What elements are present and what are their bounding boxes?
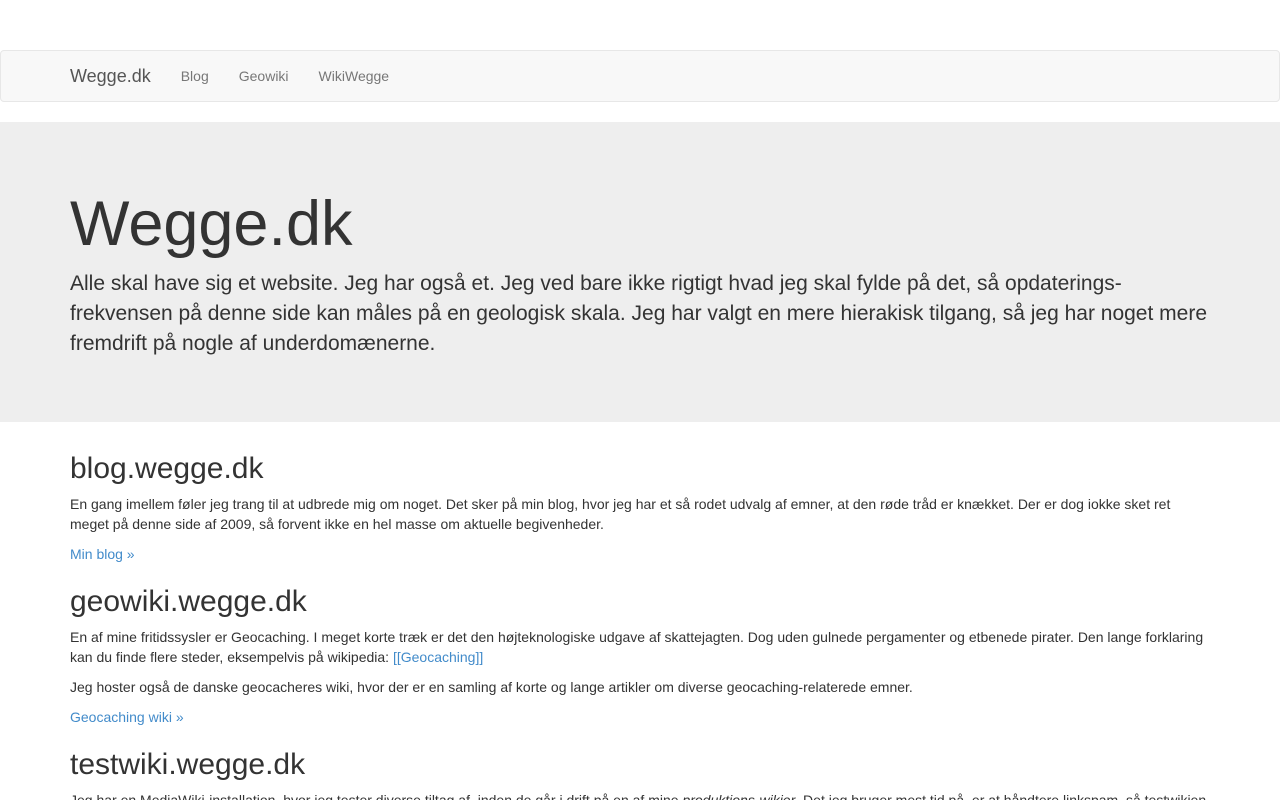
section-geowiki-paragraph2: Jeg hoster også de danske geocacheres wi… [70, 679, 913, 696]
section-geowiki: geowiki.wegge.dk En af mine fritidssysle… [70, 585, 1210, 728]
page-lead-text: Alle skal have sig et website. Jeg har o… [70, 272, 1208, 356]
section-blog: blog.wegge.dk En gang imellem føler jeg … [70, 452, 1210, 565]
section-blog-paragraph: En gang imellem føler jeg trang til at u… [70, 496, 1171, 533]
geocaching-wiki-link[interactable]: Geocaching wiki » [70, 709, 184, 725]
top-navbar: Wegge.dk Blog Geowiki WikiWegge [0, 50, 1280, 102]
navbar-menu: Blog Geowiki WikiWegge [166, 51, 404, 101]
nav-link-wikiwegge[interactable]: WikiWegge [304, 51, 405, 101]
testwiki-italic-term: produktions-wikier [682, 792, 795, 800]
geowiki-paragraph1-text: En af mine fritidssysler er Geocaching. … [70, 629, 1204, 666]
nav-link-geowiki[interactable]: Geowiki [224, 51, 304, 101]
section-testwiki-paragraph: Jeg har en MediaWiki-installation, hvor … [70, 791, 1210, 800]
page-title: Wegge.dk [70, 189, 353, 259]
section-geowiki-link-row: Geocaching wiki » [70, 708, 1210, 728]
main-content: blog.wegge.dk En gang imellem føler jeg … [55, 452, 1225, 800]
min-blog-link[interactable]: Min blog » [70, 546, 135, 562]
navbar-brand[interactable]: Wegge.dk [55, 51, 166, 101]
section-geowiki-heading: geowiki.wegge.dk [70, 585, 307, 619]
section-blog-link-row: Min blog » [70, 545, 1210, 565]
geocaching-wikipedia-link[interactable]: [[Geocaching]] [393, 649, 483, 665]
nav-link-blog[interactable]: Blog [166, 51, 224, 101]
section-geowiki-paragraph1: En af mine fritidssysler er Geocaching. … [70, 628, 1210, 668]
section-testwiki-heading: testwiki.wegge.dk [70, 748, 306, 782]
nav-item-wikiwegge: WikiWegge [304, 51, 405, 101]
nav-item-blog: Blog [166, 51, 224, 101]
testwiki-paragraph-start: Jeg har en MediaWiki-installation, hvor … [70, 792, 682, 800]
jumbotron: Wegge.dk Alle skal have sig et website. … [0, 122, 1280, 423]
section-blog-heading: blog.wegge.dk [70, 452, 264, 486]
section-testwiki: testwiki.wegge.dk Jeg har en MediaWiki-i… [70, 748, 1210, 800]
nav-item-geowiki: Geowiki [224, 51, 304, 101]
